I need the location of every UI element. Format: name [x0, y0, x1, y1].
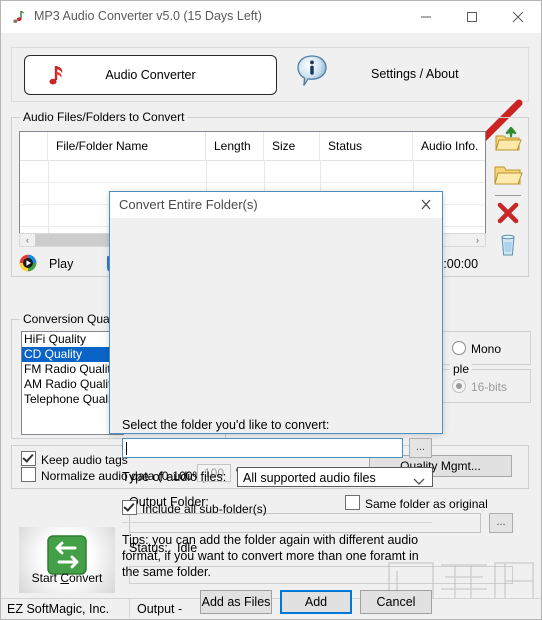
same-folder-checkbox[interactable]: Same folder as original [345, 495, 488, 511]
mono-radio[interactable]: Mono [452, 341, 501, 356]
mono-label: Mono [471, 342, 502, 356]
column-header-status[interactable]: Status [320, 132, 413, 160]
clear-trash-icon[interactable] [493, 231, 523, 259]
quality-item-fm-radio[interactable]: FM Radio Quality [22, 362, 123, 377]
scroll-left-arrow[interactable]: ‹ [20, 234, 35, 246]
app-music-icon [11, 9, 27, 25]
maximize-button[interactable] [449, 1, 495, 32]
dialog-add-button[interactable]: Add [280, 590, 352, 614]
output-browse-button[interactable]: ... [489, 513, 513, 533]
remove-x-icon[interactable] [493, 199, 523, 227]
dialog-folder-prompt: Select the folder you'd like to convert: [122, 418, 330, 432]
column-header-size[interactable]: Size [264, 132, 320, 160]
dialog-cancel-button[interactable]: Cancel [360, 590, 432, 614]
dialog-type-label: Type of audio files: [122, 470, 227, 484]
dialog-type-selected-value: All supported audio files [243, 471, 376, 485]
dialog-add-as-files-button[interactable]: Add as Files [200, 590, 272, 614]
dialog-folder-input[interactable] [122, 438, 403, 458]
file-list-header: File/Folder Name Length Size Status Audi… [20, 132, 485, 161]
sample-group-caption: ple [450, 362, 473, 376]
audio-converter-button[interactable]: Audio Converter [24, 55, 277, 95]
list-action-icons [493, 126, 523, 256]
start-convert-button[interactable]: Start Convert [19, 527, 115, 593]
quality-item-telephone[interactable]: Telephone Quality [22, 392, 123, 407]
settings-about-link[interactable]: Settings / About [371, 67, 459, 81]
start-convert-label: Start Convert [31, 571, 103, 585]
bits-label: 16-bits [471, 380, 508, 394]
dialog-separator [122, 522, 432, 523]
window-title: MP3 Audio Converter v5.0 (15 Days Left) [34, 9, 262, 23]
minimize-button[interactable] [403, 1, 449, 32]
audio-files-group-caption: Audio Files/Folders to Convert [20, 110, 188, 124]
column-header-length[interactable]: Length [206, 132, 264, 160]
scroll-right-arrow[interactable]: › [470, 234, 485, 246]
dialog-title: Convert Entire Folder(s) [119, 197, 258, 212]
quality-item-hifi[interactable]: HiFi Quality [22, 332, 123, 347]
column-header-filefolder-name[interactable]: File/Folder Name [48, 132, 206, 160]
column-header-index[interactable] [20, 132, 48, 160]
channels-group: Mono [441, 331, 531, 365]
output-folder-input[interactable] [129, 513, 481, 533]
dialog-browse-button[interactable]: ... [409, 438, 432, 458]
icon-separator [495, 195, 521, 196]
same-folder-label: Same folder as original [365, 497, 488, 511]
open-folder-icon[interactable] [493, 161, 523, 189]
checkbox-icon [345, 495, 360, 510]
quality-item-am-radio[interactable]: AM Radio Quality [22, 377, 123, 392]
keep-audio-tags-checkbox[interactable]: Keep audio tags [21, 451, 128, 467]
title-bar: MP3 Audio Converter v5.0 (15 Days Left) [1, 1, 541, 34]
dialog-include-subfolders-label: Include all sub-folder(s) [142, 502, 267, 516]
radio-circle-icon [452, 379, 466, 393]
radio-circle-icon [452, 341, 466, 355]
status-bar-company: EZ SoftMagic, Inc. [7, 602, 110, 616]
convert-entire-folders-dialog: Convert Entire Folder(s) Select the fold… [109, 191, 443, 614]
bits-radio[interactable]: 16-bits [452, 379, 507, 394]
checkbox-icon [122, 500, 137, 515]
chevron-down-icon [413, 475, 425, 489]
column-header-audio-info[interactable]: Audio Info. [413, 132, 485, 160]
dialog-close-button[interactable] [414, 194, 438, 216]
audio-converter-label: Audio Converter [105, 68, 196, 82]
quality-item-cd[interactable]: CD Quality [22, 347, 123, 362]
app-window: MP3 Audio Converter v5.0 (15 Days Left) … [0, 0, 542, 620]
dialog-title-bar: Convert Entire Folder(s) [110, 192, 442, 218]
checkbox-icon [21, 451, 36, 466]
keep-audio-tags-label: Keep audio tags [41, 453, 128, 467]
dialog-type-select[interactable]: All supported audio files [237, 467, 433, 487]
sample-group: ple 16-bits [441, 362, 531, 403]
dialog-include-subfolders-checkbox[interactable]: Include all sub-folder(s) [122, 500, 267, 516]
checkbox-icon [21, 467, 36, 482]
dialog-tips-text: Tips: you can add the folder again with … [122, 533, 419, 579]
add-folder-up-icon[interactable] [493, 126, 523, 155]
play-label[interactable]: Play [49, 257, 73, 271]
play-circle-icon[interactable] [19, 254, 37, 275]
text-caret [126, 442, 127, 455]
info-balloon-icon[interactable] [294, 53, 330, 95]
status-bar-output: Output - [137, 602, 183, 616]
close-button[interactable] [495, 1, 541, 32]
